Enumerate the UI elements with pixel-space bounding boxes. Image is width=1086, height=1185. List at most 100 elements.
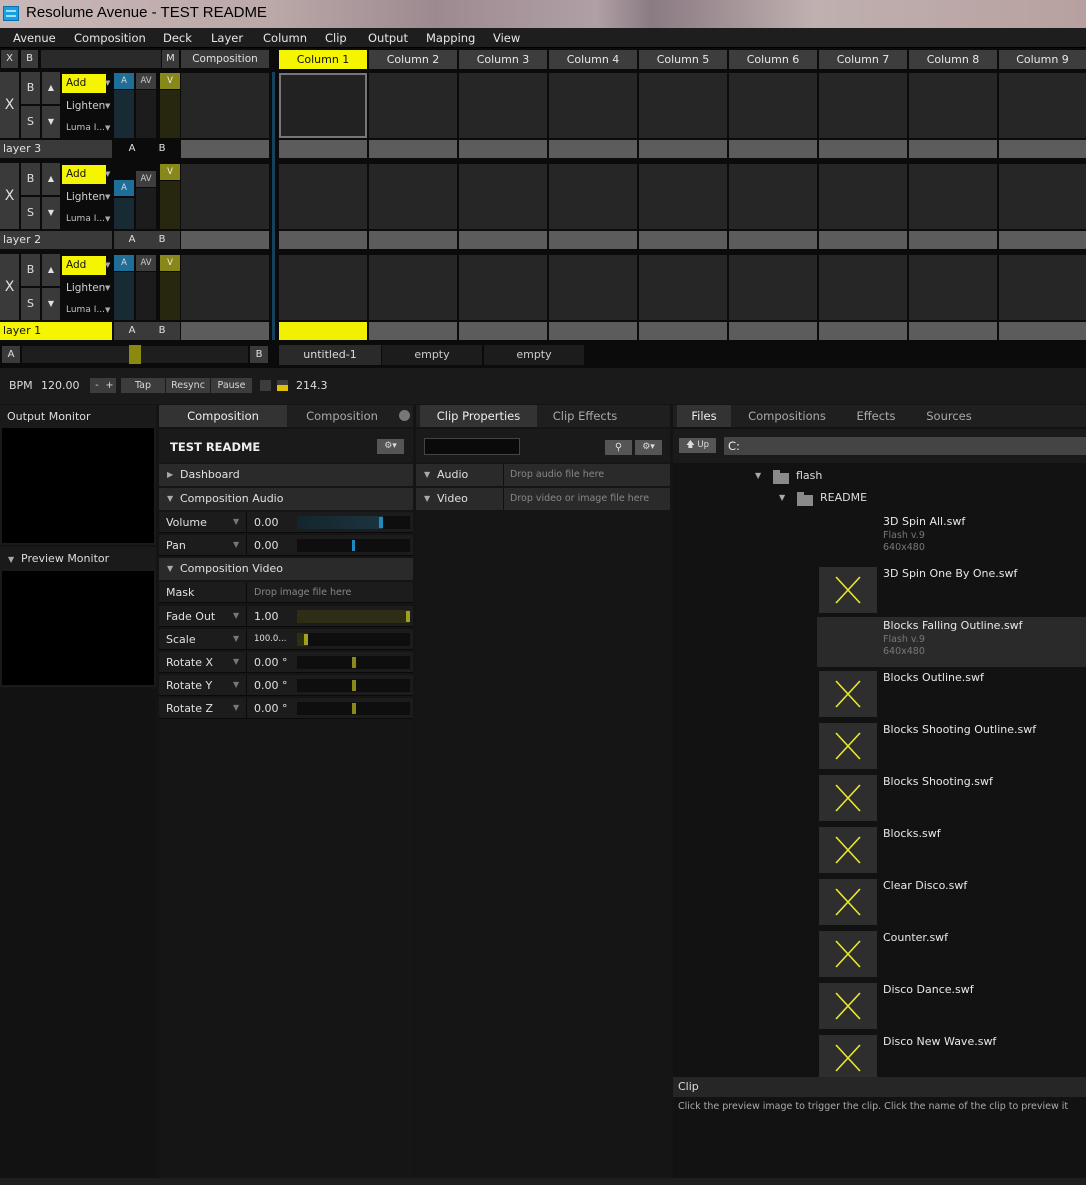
clip-name-bar-layer1-col5[interactable] <box>639 322 727 340</box>
layer1-name[interactable]: layer 1 <box>0 322 112 340</box>
gear-icon[interactable]: ⚙▾ <box>377 439 404 454</box>
column-header-3[interactable]: Column 3 <box>459 50 547 69</box>
gear-icon[interactable]: ⚙▾ <box>635 440 662 455</box>
x-cross-icon[interactable] <box>819 931 877 977</box>
composition-audio-section[interactable]: ▼ Composition Audio <box>159 488 413 510</box>
layer3-crossfade-a[interactable]: A <box>122 140 142 158</box>
resync-button[interactable]: Resync <box>166 378 210 393</box>
scale-slider[interactable] <box>297 633 410 646</box>
bpm-minus-button[interactable]: - <box>90 378 104 393</box>
x-cross-icon[interactable] <box>819 879 877 925</box>
clip-slot-layer1-col5[interactable] <box>639 255 727 320</box>
clip-slot-layer2-col5[interactable] <box>639 164 727 229</box>
layer2-bypass-button[interactable]: B <box>21 163 40 195</box>
clip-slot-layer2-col8[interactable] <box>909 164 997 229</box>
column-header-2[interactable]: Column 2 <box>369 50 457 69</box>
clip-search-input[interactable] <box>424 438 520 455</box>
clip-slot-layer3-col2[interactable] <box>369 73 457 138</box>
crossfader-b-button[interactable]: B <box>250 346 268 363</box>
file-name[interactable]: Blocks Falling Outline.swf <box>883 619 1023 632</box>
pause-button[interactable]: Pause <box>211 378 252 393</box>
layer2-move-down-button[interactable]: ▼ <box>42 197 60 229</box>
fade-out-value[interactable]: 1.00 <box>254 610 279 623</box>
clip-slot-layer2-col9[interactable] <box>999 164 1086 229</box>
deck-tab-empty-2[interactable]: empty <box>484 345 584 365</box>
file-name[interactable]: 3D Spin One By One.swf <box>883 567 1017 580</box>
file-name[interactable]: Disco Dance.swf <box>883 983 974 996</box>
layer2-name[interactable]: layer 2 <box>0 231 112 249</box>
clip-name-bar-layer2-col6[interactable] <box>729 231 817 249</box>
layer2-blend-lighten[interactable]: Lighten <box>62 188 106 206</box>
up-button[interactable]: 🡅 Up <box>679 438 716 453</box>
file-item[interactable]: Clear Disco.swf <box>817 877 1086 927</box>
clip-slot-layer2-col3[interactable] <box>459 164 547 229</box>
bpm-plus-button[interactable]: + <box>103 378 116 393</box>
tab-composition-effects[interactable]: Composition Effects <box>287 405 397 445</box>
metronome-toggle[interactable] <box>260 380 271 391</box>
menu-clip[interactable]: Clip <box>325 31 347 45</box>
menu-view[interactable]: View <box>493 31 520 45</box>
clip-name-bar-layer3-col4[interactable] <box>549 140 637 158</box>
clip-name-bar-layer3-col7[interactable] <box>819 140 907 158</box>
layer2-move-up-button[interactable]: ▲ <box>42 163 60 195</box>
clip-name-bar-layer1-col6[interactable] <box>729 322 817 340</box>
search-icon[interactable]: ⚲ <box>605 440 632 455</box>
x-cross-icon[interactable] <box>819 775 877 821</box>
layer1-video-toggle[interactable]: V <box>160 255 180 271</box>
layer3-move-down-button[interactable]: ▼ <box>42 106 60 138</box>
bpm-value[interactable]: 120.00 <box>41 379 80 392</box>
composition-video-section[interactable]: ▼ Composition Video <box>159 558 413 580</box>
close-icon[interactable] <box>399 410 410 421</box>
layer3-solo-button[interactable]: S <box>21 106 40 138</box>
layer3-video-toggle[interactable]: V <box>160 73 180 89</box>
clip-slot-layer3-col8[interactable] <box>909 73 997 138</box>
rotate-y-slider[interactable] <box>297 679 410 692</box>
clip-name-bar-layer1-col8[interactable] <box>909 322 997 340</box>
tab-files[interactable]: Files <box>677 405 731 427</box>
column-header-5[interactable]: Column 5 <box>639 50 727 69</box>
clip-slot-layer3-col9[interactable] <box>999 73 1086 138</box>
layer2-solo-button[interactable]: S <box>21 197 40 229</box>
layer3-crossfade-b[interactable]: B <box>152 140 172 158</box>
clip-name-bar-layer1-col7[interactable] <box>819 322 907 340</box>
clip-slot-layer2-col7[interactable] <box>819 164 907 229</box>
file-name[interactable]: Blocks Shooting.swf <box>883 775 993 788</box>
layer3-audio-toggle[interactable]: A <box>114 73 134 89</box>
file-item[interactable]: Blocks.swf <box>817 825 1086 875</box>
column-header-4[interactable]: Column 4 <box>549 50 637 69</box>
column-header-1[interactable]: Column 1 <box>279 50 367 69</box>
file-name[interactable]: Blocks Shooting Outline.swf <box>883 723 1036 736</box>
dashboard-section[interactable]: ▶ Dashboard <box>159 464 413 486</box>
pan-slider[interactable] <box>297 539 410 552</box>
clip-name-bar-layer2-col4[interactable] <box>549 231 637 249</box>
scale-value[interactable]: 100.0... <box>254 634 286 644</box>
volume-value[interactable]: 0.00 <box>254 516 279 529</box>
layer3-move-up-button[interactable]: ▲ <box>42 72 60 104</box>
master-button[interactable]: M <box>162 50 179 68</box>
crossfader-a-button[interactable]: A <box>2 346 20 363</box>
tap-button[interactable]: Tap <box>121 378 165 393</box>
layer1-av-toggle[interactable]: AV <box>136 255 156 271</box>
audio-drop-zone[interactable]: Drop audio file here <box>510 469 604 480</box>
layer1-blend-lighten[interactable]: Lighten <box>62 279 106 297</box>
x-cross-icon[interactable] <box>819 827 877 873</box>
clip-slot-layer3-col7[interactable] <box>819 73 907 138</box>
layer2-av-toggle[interactable]: AV <box>136 171 156 187</box>
column-header-6[interactable]: Column 6 <box>729 50 817 69</box>
file-item[interactable]: 3D Spin One By One.swf <box>817 565 1086 615</box>
clip-name-bar-layer3-col3[interactable] <box>459 140 547 158</box>
clip-slot-layer2-col4[interactable] <box>549 164 637 229</box>
x-cross-icon[interactable] <box>819 567 877 613</box>
clip-slot-layer1-col6[interactable] <box>729 255 817 320</box>
file-item[interactable]: 3D Spin All.swf Flash v.9 640x480 <box>817 513 1086 563</box>
menu-composition[interactable]: Composition <box>74 31 146 45</box>
clip-slot-layer1-col9[interactable] <box>999 255 1086 320</box>
clip-slot-layer1-col2[interactable] <box>369 255 457 320</box>
file-name[interactable]: Clear Disco.swf <box>883 879 967 892</box>
folder-flash[interactable]: flash <box>796 469 822 482</box>
menu-avenue[interactable]: Avenue <box>13 31 56 45</box>
deck-tab-untitled[interactable]: untitled-1 <box>279 345 381 365</box>
file-name[interactable]: Blocks Outline.swf <box>883 671 984 684</box>
rotate-z-value[interactable]: 0.00 ° <box>254 702 288 715</box>
file-item[interactable]: Counter.swf <box>817 929 1086 979</box>
